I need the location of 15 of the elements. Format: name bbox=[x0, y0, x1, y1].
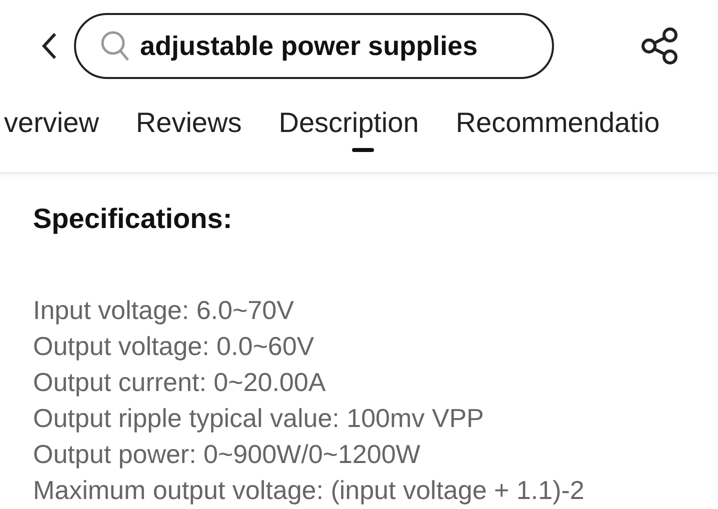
tab[interactable]: Recommendatio bbox=[456, 92, 660, 154]
share-icon[interactable] bbox=[640, 26, 680, 66]
tab[interactable]: Reviews bbox=[136, 92, 242, 154]
section-title: Specifications: bbox=[33, 202, 234, 236]
tab[interactable]: Description bbox=[278, 92, 419, 154]
spec-line: Output voltage: 0.0~60V bbox=[33, 330, 316, 363]
back-icon[interactable] bbox=[40, 31, 58, 61]
search-icon bbox=[100, 30, 130, 62]
spec-line: Output current: 0~20.00A bbox=[33, 366, 327, 399]
spec-line: Input voltage: 6.0~70V bbox=[33, 294, 295, 327]
tab[interactable]: verview bbox=[4, 92, 99, 154]
search-field[interactable]: adjustable power supplies bbox=[74, 13, 554, 79]
spec-line: Maximum output voltage: (input voltage + 1.1)-2 bbox=[33, 474, 586, 507]
spec-line: Output power: 0~900W/0~1200W bbox=[33, 438, 422, 471]
spec-line: Output ripple typical value: 100mv VPP bbox=[33, 402, 485, 435]
